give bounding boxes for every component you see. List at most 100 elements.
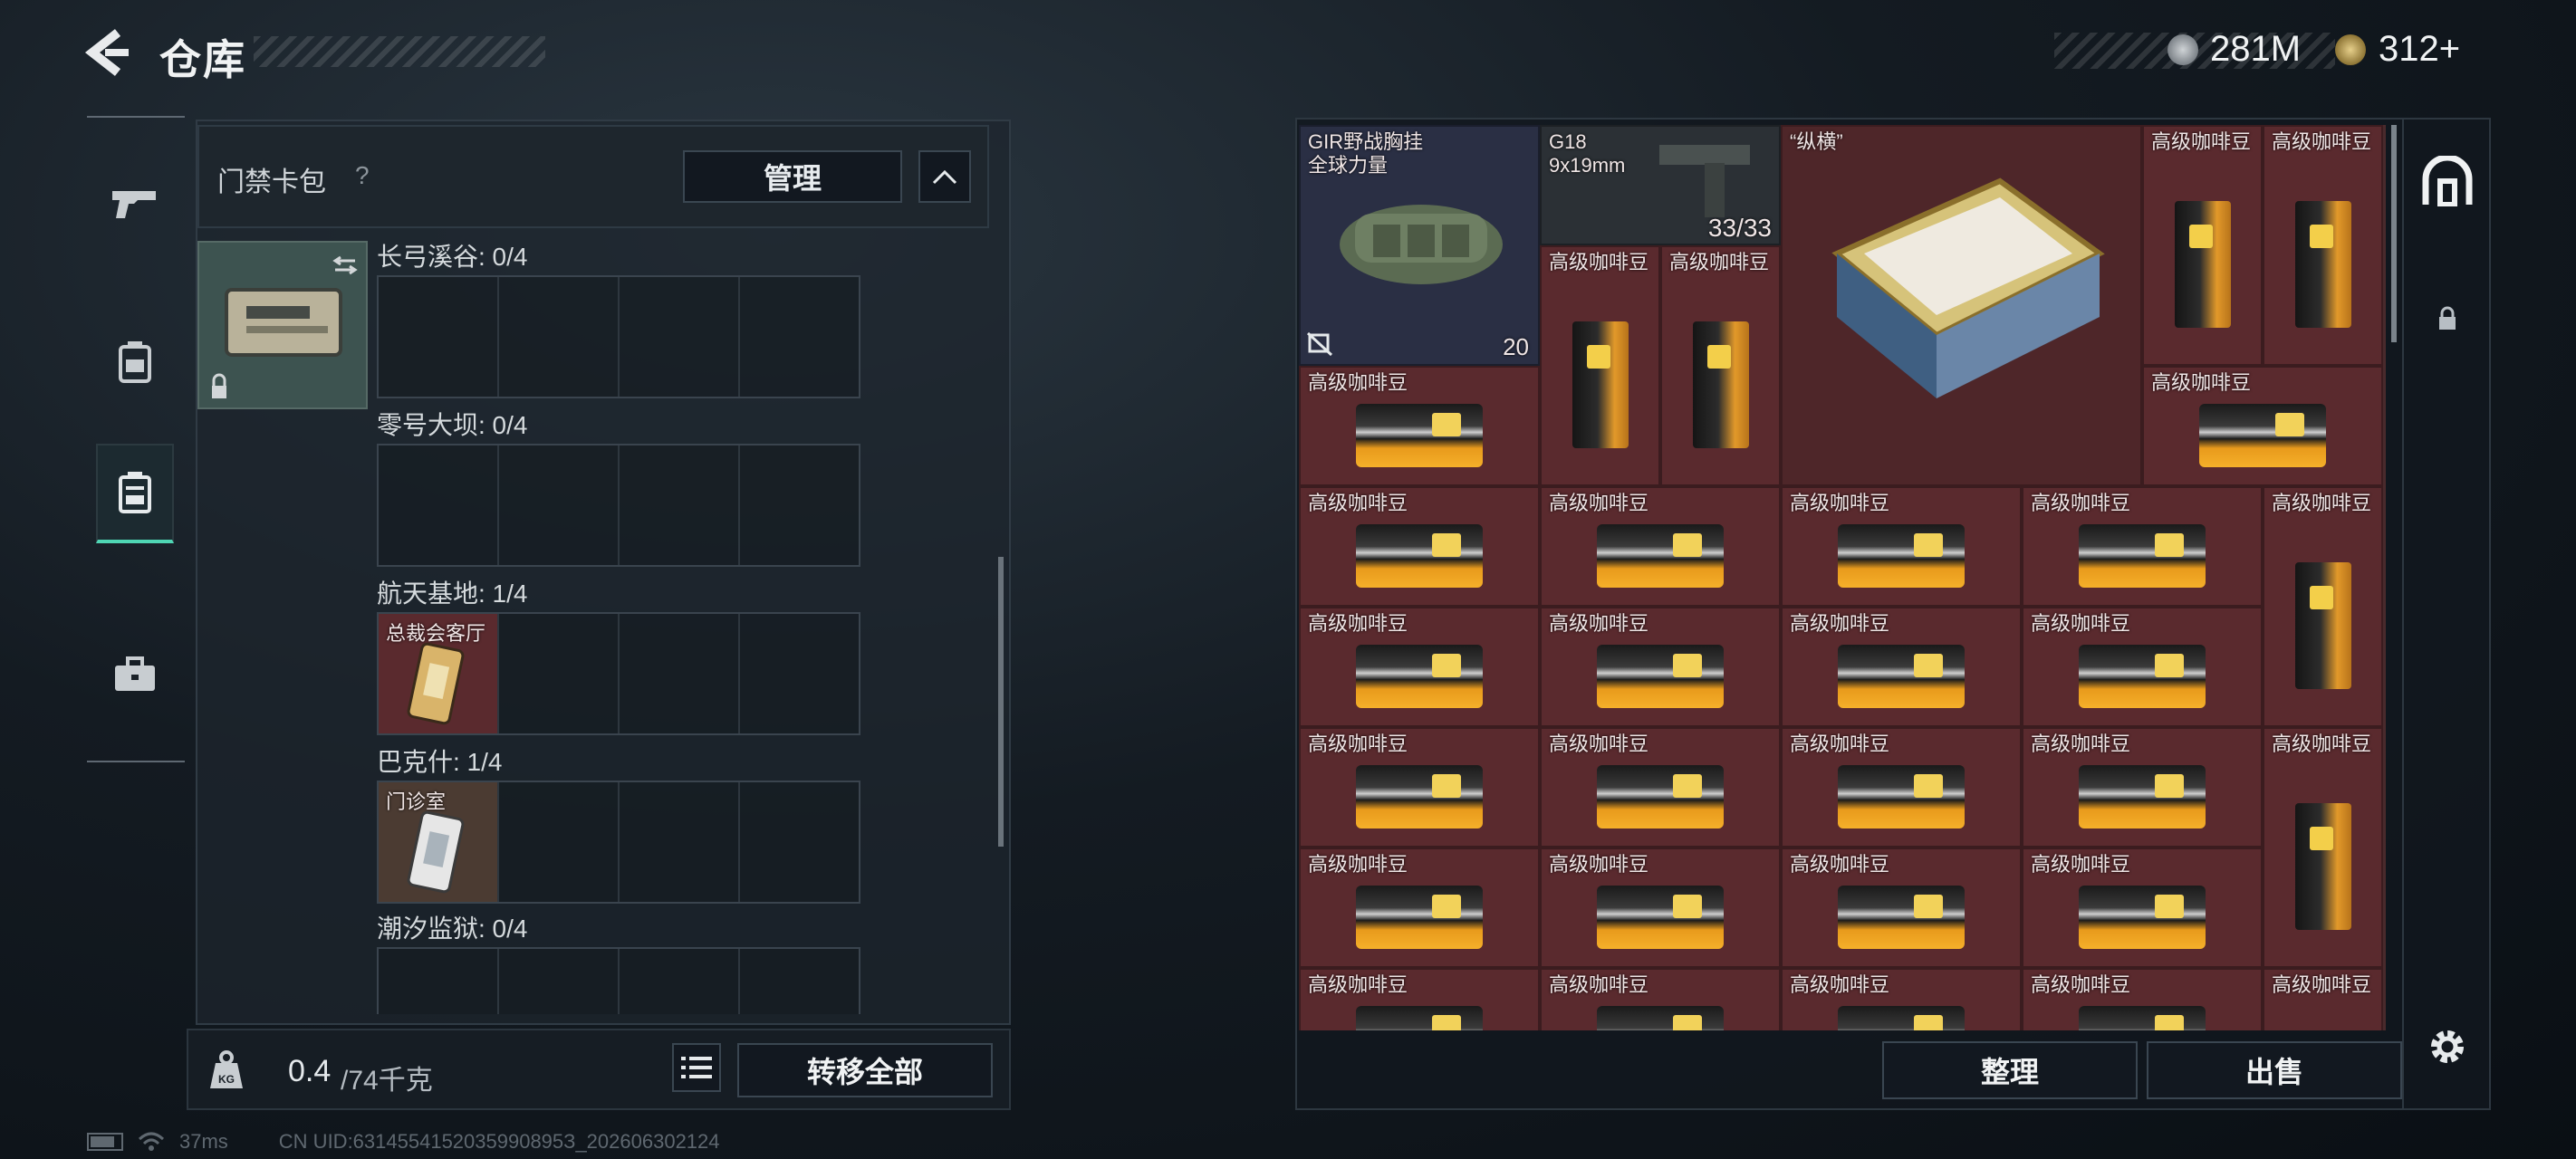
keycard-slot-row — [377, 444, 860, 567]
sell-button[interactable]: 出售 — [2147, 1041, 2402, 1099]
stash-item-coffee[interactable]: 高级咖啡豆 — [1299, 486, 1540, 607]
keycard-slot[interactable] — [499, 949, 620, 1014]
keycard-slot[interactable] — [620, 949, 740, 1014]
keycard-slot[interactable] — [620, 445, 740, 565]
keycard-scrollbar[interactable] — [998, 557, 1004, 847]
stash-item-coffee[interactable]: 高级咖啡豆 — [2263, 125, 2383, 366]
coffee-bag-image — [1356, 764, 1483, 829]
stash-item-coffee[interactable]: 高级咖啡豆 — [1660, 245, 1781, 486]
stash-item-coffee[interactable]: 高级咖啡豆 — [1299, 366, 1540, 486]
manage-button[interactable]: 管理 — [683, 150, 902, 203]
locked-tab[interactable] — [2427, 299, 2467, 339]
chest-rig-image — [1340, 205, 1503, 284]
stash-item-coffee[interactable]: 高级咖啡豆 — [1299, 968, 1540, 1030]
stash-item-coffee[interactable]: 高级咖啡豆 — [1781, 848, 2022, 968]
stash-item-chest-rig[interactable]: GIR野战胸挂 全球力量 20 — [1299, 125, 1540, 366]
stash-item-coffee[interactable]: 高级咖啡豆 — [2142, 125, 2263, 366]
stash-item-coffee[interactable]: 高级咖啡豆 — [1540, 727, 1781, 848]
transfer-all-button[interactable]: 转移全部 — [737, 1043, 993, 1097]
keycard-slot[interactable] — [379, 277, 499, 397]
keycard-slot[interactable] — [740, 614, 859, 733]
keycard-slot[interactable] — [740, 277, 859, 397]
item-name: 高级咖啡豆 — [2272, 492, 2372, 514]
keycard-slot-filled[interactable]: 总裁会客厅 — [379, 614, 499, 733]
keycard-slot[interactable] — [499, 445, 620, 565]
stash-item-coffee[interactable]: 高级咖啡豆 — [2022, 968, 2263, 1030]
settings-button[interactable] — [2420, 1020, 2475, 1074]
nav-case-tab[interactable] — [96, 625, 174, 724]
keycard-slot[interactable] — [620, 614, 740, 733]
currency-gold-value[interactable]: 312+ — [2379, 29, 2460, 70]
back-button[interactable] — [82, 25, 136, 80]
stash-item-coffee[interactable]: 高级咖啡豆 — [2022, 486, 2263, 607]
stash-item-coffee[interactable]: 高级咖啡豆 — [1299, 848, 1540, 968]
coffee-bag-image — [2199, 403, 2326, 467]
keycard-slot[interactable] — [740, 949, 859, 1014]
keycard-title: 门禁卡包 — [217, 168, 326, 197]
stash-item-coffee[interactable]: 高级咖啡豆 — [1781, 486, 2022, 607]
stash-item-coffee[interactable]: 高级咖啡豆 — [2142, 366, 2383, 486]
item-name: 高级咖啡豆 — [1308, 853, 1408, 876]
stash-tab[interactable] — [2411, 145, 2484, 217]
stash-item-coffee[interactable]: 高级咖啡豆 — [1781, 607, 2022, 727]
stash-item-coffee[interactable]: 高级咖啡豆 — [1540, 245, 1660, 486]
stash-item-coffee[interactable]: 高级咖啡豆 — [1299, 607, 1540, 727]
keycard-slot[interactable] — [740, 782, 859, 902]
stash-item-coffee[interactable]: 高级咖啡豆 — [1540, 968, 1781, 1030]
collapse-button[interactable] — [918, 150, 971, 203]
item-name: 高级咖啡豆 — [2272, 130, 2372, 153]
page-title: 仓库 — [159, 36, 246, 83]
keycard-slot[interactable] — [740, 445, 859, 565]
list-icon — [681, 1057, 712, 1078]
item-name: 高级咖啡豆 — [1549, 973, 1649, 996]
keycard-slot[interactable] — [379, 445, 499, 565]
stash-scrollbar[interactable] — [2391, 125, 2397, 342]
nav-armor-tab[interactable] — [96, 312, 174, 412]
coffee-bag-image — [1356, 885, 1483, 949]
coffee-bag-image — [1838, 1005, 1965, 1030]
briefcase-icon — [115, 656, 155, 691]
stash-item-coffee[interactable]: 高级咖啡豆 — [1781, 727, 2022, 848]
help-icon[interactable]: ? — [355, 161, 370, 190]
stash-item-coffee[interactable]: 高级咖啡豆 — [2022, 607, 2263, 727]
stash-item-coffee[interactable]: 高级咖啡豆 — [2263, 486, 2383, 727]
stash-item-coffee[interactable]: 高级咖啡豆 — [1540, 848, 1781, 968]
nav-weapons-tab[interactable] — [96, 154, 174, 254]
item-name: 高级咖啡豆 — [2151, 371, 2252, 394]
keycard-slot-filled[interactable]: 门诊室 — [379, 782, 499, 902]
stash-item-coffee[interactable]: 高级咖啡豆 — [1540, 607, 1781, 727]
keycard-slot[interactable] — [379, 949, 499, 1014]
stash-item-coffee[interactable]: 高级咖啡豆 — [2022, 848, 2263, 968]
stash-item-chess-set[interactable]: “纵横” — [1781, 125, 2142, 486]
stash-item-coffee[interactable]: 高级咖啡豆 — [1540, 486, 1781, 607]
keycard-bag-item[interactable] — [197, 241, 368, 409]
item-name: 高级咖啡豆 — [1549, 733, 1649, 755]
nav-bag-tab[interactable] — [96, 444, 174, 543]
sort-button[interactable]: 整理 — [1882, 1041, 2138, 1099]
gold-coin-icon — [2335, 34, 2366, 65]
stash-item-coffee[interactable]: 高级咖啡豆 — [1299, 727, 1540, 848]
coffee-bag-image — [1572, 321, 1629, 448]
keycard-slot[interactable] — [499, 614, 620, 733]
lock-icon — [2439, 306, 2456, 330]
coffee-bag-image — [2174, 200, 2231, 328]
stash-item-coffee[interactable]: 高级咖啡豆 — [2263, 727, 2383, 968]
coffee-bag-image — [1356, 403, 1483, 467]
stash-item-coffee[interactable]: 高级咖啡豆 — [2022, 727, 2263, 848]
keycard-case-image — [212, 255, 358, 398]
stash-item-pistol[interactable]: G18 9x19mm 33/33 — [1540, 125, 1781, 245]
coffee-bag-image — [1597, 885, 1724, 949]
stash-item-coffee[interactable]: 高级咖啡豆 — [1781, 968, 2022, 1030]
item-name: 高级咖啡豆 — [1308, 733, 1408, 755]
stash-item-coffee[interactable]: 高级咖啡豆 — [2263, 968, 2383, 1030]
keycard-slot[interactable] — [620, 782, 740, 902]
keycard-slot[interactable] — [499, 277, 620, 397]
keycard-slot[interactable] — [499, 782, 620, 902]
nav-divider — [87, 761, 185, 762]
keycard-image — [407, 810, 465, 894]
weight-icon: KG — [205, 1049, 248, 1092]
gun-icon — [112, 191, 156, 218]
list-view-button[interactable] — [672, 1043, 721, 1092]
currency-silver-value: 281M — [2210, 29, 2302, 69]
keycard-slot[interactable] — [620, 277, 740, 397]
